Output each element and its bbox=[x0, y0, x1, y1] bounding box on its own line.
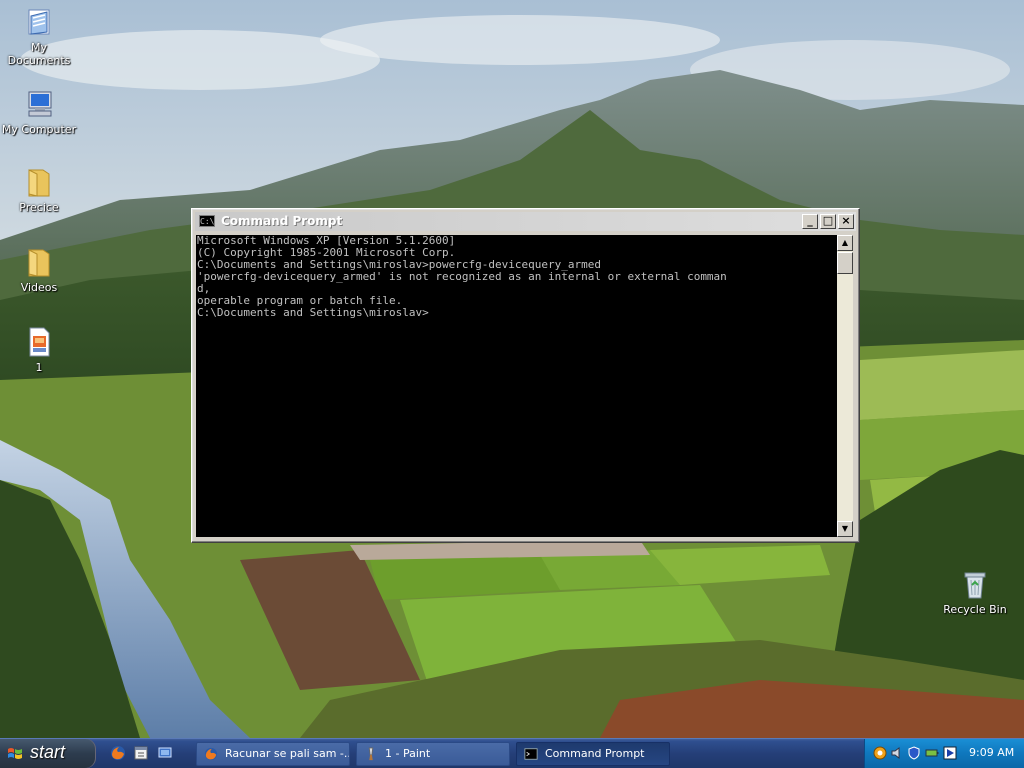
clock[interactable]: 9:09 AM bbox=[969, 746, 1014, 759]
task-label: 1 - Paint bbox=[385, 747, 431, 760]
folder-icon bbox=[28, 169, 50, 197]
my-documents-icon bbox=[28, 9, 50, 35]
vertical-scrollbar[interactable]: ▲ ▼ bbox=[837, 235, 853, 537]
folder-icon bbox=[28, 249, 50, 277]
desktop-icon-label: My Computer bbox=[1, 123, 77, 136]
show-desktop-icon[interactable] bbox=[157, 745, 173, 761]
my-computer-icon bbox=[28, 91, 52, 117]
start-label: start bbox=[30, 742, 66, 762]
taskbar: start Racunar se pali sam -... 1 - Paint bbox=[0, 738, 1024, 768]
calendar-icon[interactable] bbox=[133, 745, 149, 761]
security-shield-icon[interactable] bbox=[907, 746, 921, 760]
minimize-button[interactable]: _ bbox=[802, 214, 818, 229]
console-line: 'powercfg-devicequery_armed' is not reco… bbox=[197, 270, 727, 283]
desktop-icon-my-documents[interactable]: My Documents bbox=[1, 6, 77, 67]
window-title: Command Prompt bbox=[221, 214, 343, 228]
console-prompt-line: C:\Documents and Settings\miroslav> bbox=[197, 306, 429, 319]
paint-icon bbox=[368, 747, 374, 761]
desktop-icon-label: Precice bbox=[19, 201, 59, 214]
media-icon[interactable] bbox=[943, 746, 957, 760]
desktop-icon-videos[interactable]: Videos bbox=[1, 246, 77, 294]
battery-icon[interactable] bbox=[925, 746, 939, 760]
system-tray: 9:09 AM bbox=[864, 739, 1024, 768]
taskbar-task-paint[interactable]: 1 - Paint bbox=[356, 742, 510, 766]
windows-logo-icon bbox=[8, 748, 22, 759]
taskbar-task-command-prompt[interactable]: Command Prompt bbox=[516, 742, 670, 766]
scroll-up-button[interactable]: ▲ bbox=[837, 235, 853, 251]
cmd-icon bbox=[524, 748, 538, 760]
task-label: Racunar se pali sam -... bbox=[225, 747, 350, 760]
desktop-icon-precice[interactable]: Precice bbox=[1, 166, 77, 214]
firefox-icon[interactable] bbox=[110, 745, 126, 761]
desktop-icon-label: Videos bbox=[20, 281, 58, 294]
network-icon[interactable] bbox=[873, 746, 887, 760]
scroll-down-button[interactable]: ▼ bbox=[837, 521, 853, 537]
recycle-bin-icon bbox=[964, 572, 986, 599]
speaker-icon[interactable] bbox=[890, 746, 904, 760]
window-title-bar[interactable]: C:\ Command Prompt _ □ × bbox=[195, 212, 856, 231]
image-file-icon bbox=[29, 327, 50, 357]
desktop-icon-1[interactable]: 1 bbox=[1, 326, 77, 374]
taskbar-task-firefox[interactable]: Racunar se pali sam -... bbox=[196, 742, 350, 766]
close-button[interactable]: × bbox=[838, 214, 854, 229]
firefox-icon bbox=[204, 747, 218, 761]
desktop-icon-label: My Documents bbox=[7, 41, 71, 67]
desktop-icon-label: 1 bbox=[35, 361, 43, 374]
maximize-button[interactable]: □ bbox=[820, 214, 836, 229]
desktop-icon-recycle-bin[interactable]: Recycle Bin bbox=[937, 568, 1013, 616]
console-output[interactable]: Microsoft Windows XP [Version 5.1.2600] … bbox=[196, 235, 837, 537]
desktop-icon-my-computer[interactable]: My Computer bbox=[1, 88, 77, 136]
start-button[interactable]: start bbox=[0, 739, 96, 768]
command-prompt-window[interactable]: C:\ Command Prompt _ □ × Microsoft Windo… bbox=[191, 208, 860, 543]
task-label: Command Prompt bbox=[545, 747, 645, 760]
scroll-thumb[interactable] bbox=[837, 252, 853, 274]
cmd-icon: C:\ bbox=[199, 215, 215, 227]
desktop-icon-label: Recycle Bin bbox=[943, 603, 1007, 616]
